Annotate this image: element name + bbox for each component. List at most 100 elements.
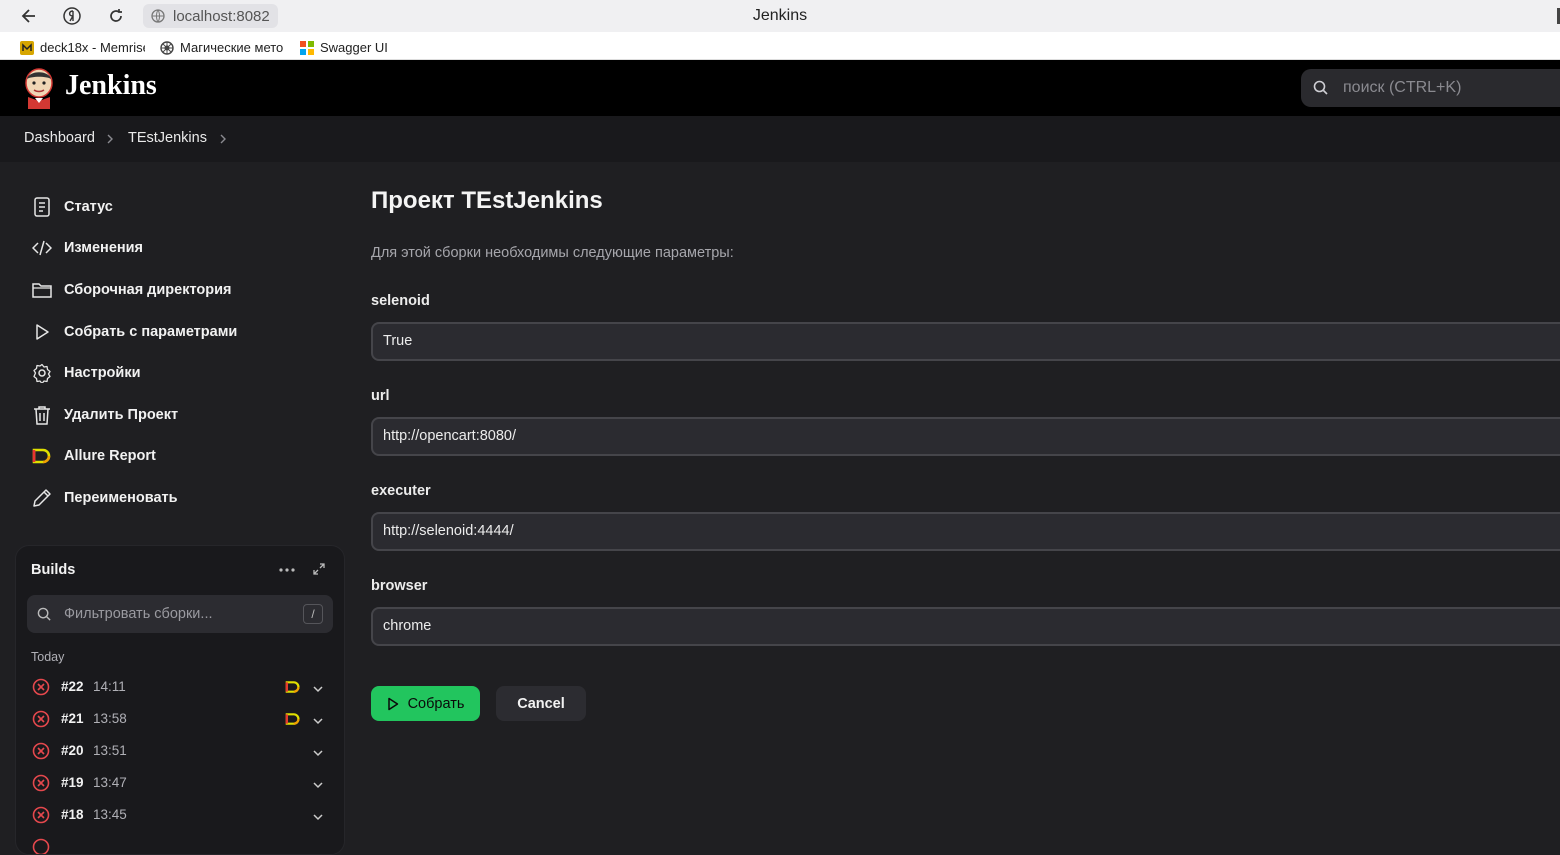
param-value: http://opencart:8080/: [383, 428, 517, 444]
build-number[interactable]: #18: [61, 807, 84, 822]
jenkins-logo[interactable]: [22, 67, 56, 109]
site-info-icon[interactable]: [151, 9, 165, 27]
build-time: 13:45: [93, 807, 127, 822]
sidebar-item-rename[interactable]: Переименовать: [32, 484, 178, 512]
build-row[interactable]: #21 13:58: [31, 708, 331, 730]
build-time: 13:47: [93, 775, 127, 790]
browser-toolbar: localhost:8082 Jenkins: [0, 0, 1560, 32]
chevron-down-icon[interactable]: [312, 809, 324, 827]
sidebar-item-workspace[interactable]: Сборочная директория: [32, 276, 231, 304]
chevron-down-icon[interactable]: [312, 713, 324, 731]
failed-status-icon: [32, 742, 50, 765]
sidebar-item-label: Allure Report: [64, 448, 156, 464]
more-options-icon[interactable]: [278, 562, 296, 580]
builds-filter-input[interactable]: Фильтровать сборки... /: [27, 595, 333, 633]
trash-icon: [32, 405, 52, 425]
swagger-icon: [300, 40, 314, 55]
play-icon: [32, 322, 52, 342]
bookmark-magic-methods[interactable]: Магические мето: [160, 40, 286, 55]
builds-group-label: Today: [31, 650, 65, 664]
gear-icon: [32, 363, 52, 383]
breadcrumb: Dashboard TEstJenkins: [0, 116, 1560, 162]
bookmark-label: Swagger UI: [320, 40, 388, 55]
sidebar-item-allure-report[interactable]: Allure Report: [32, 442, 156, 470]
build-number[interactable]: #20: [61, 743, 84, 758]
failed-status-icon: [32, 806, 50, 829]
param-label-executer: executer: [371, 483, 431, 499]
filter-placeholder: Фильтровать сборки...: [64, 606, 213, 622]
chevron-right-icon[interactable]: [218, 132, 228, 150]
chevron-right-icon: [105, 132, 115, 150]
search-icon: [37, 607, 52, 627]
expand-icon[interactable]: [312, 562, 326, 581]
gear-wheel-icon: [160, 40, 174, 55]
build-number[interactable]: #22: [61, 679, 84, 694]
memrise-icon: [20, 40, 34, 55]
build-row[interactable]: #18 13:45: [31, 804, 331, 826]
jenkins-header: Jenkins поиск (CTRL+K): [0, 60, 1560, 116]
allure-icon: [32, 446, 52, 466]
search-input[interactable]: поиск (CTRL+K): [1301, 69, 1560, 107]
sidebar-item-changes[interactable]: Изменения: [32, 234, 143, 262]
sidebar-item-label: Удалить Проект: [64, 407, 179, 423]
build-number[interactable]: #21: [61, 711, 84, 726]
build-button-label: Собрать: [407, 695, 465, 712]
page-title: Проект TEstJenkins: [371, 187, 603, 214]
search-placeholder: поиск (CTRL+K): [1343, 79, 1462, 96]
failed-status-icon: [32, 838, 50, 854]
param-input-selenoid[interactable]: True: [371, 322, 1560, 361]
yandex-icon[interactable]: [60, 4, 84, 28]
build-row-partial[interactable]: [31, 836, 331, 854]
back-arrow-icon[interactable]: [17, 4, 41, 28]
failed-status-icon: [32, 710, 50, 733]
build-number[interactable]: #19: [61, 775, 84, 790]
play-icon: [387, 697, 399, 711]
param-input-url[interactable]: http://opencart:8080/: [371, 417, 1560, 456]
build-row[interactable]: #20 13:51: [31, 740, 331, 762]
bookmarks-bar: deck18x - Memrise Магические мето Swagge…: [0, 32, 1560, 60]
param-label-selenoid: selenoid: [371, 293, 430, 309]
build-row[interactable]: #22 14:11: [31, 676, 331, 698]
chevron-down-icon[interactable]: [312, 777, 324, 795]
allure-icon[interactable]: [285, 680, 301, 699]
folder-icon: [32, 280, 52, 300]
jenkins-title[interactable]: Jenkins: [65, 70, 157, 102]
parameters-description: Для этой сборки необходимы следующие пар…: [371, 245, 734, 261]
builds-title: Builds: [31, 562, 76, 578]
bookmark-label: deck18x - Memrise: [40, 40, 145, 55]
param-input-executer[interactable]: http://selenoid:4444/: [371, 512, 1560, 551]
build-time: 14:11: [93, 679, 126, 694]
url-text: localhost:8082: [173, 7, 270, 25]
allure-icon[interactable]: [285, 712, 301, 731]
builds-panel: Builds Фильтровать сборки... / Today #22…: [15, 545, 345, 855]
cancel-button[interactable]: Cancel: [496, 686, 586, 721]
build-row[interactable]: #19 13:47: [31, 772, 331, 794]
sidebar-item-label: Изменения: [64, 240, 144, 256]
param-value: True: [383, 333, 413, 349]
sidebar-item-label: Настройки: [64, 365, 141, 381]
sidebar-item-settings[interactable]: Настройки: [32, 359, 141, 387]
chevron-down-icon[interactable]: [312, 745, 324, 763]
sidebar-item-build-with-params[interactable]: Собрать с параметрами: [32, 318, 237, 346]
bookmark-memrise[interactable]: deck18x - Memrise: [20, 40, 145, 55]
sidebar-item-label: Сборочная директория: [64, 282, 232, 298]
breadcrumb-dashboard[interactable]: Dashboard: [24, 130, 95, 146]
sidebar-item-label: Переименовать: [64, 490, 178, 506]
param-value: chrome: [383, 618, 432, 634]
reload-icon[interactable]: [104, 4, 128, 28]
build-button[interactable]: Собрать: [371, 686, 480, 721]
bookmark-label: Магические мето: [180, 40, 284, 55]
param-input-browser[interactable]: chrome: [371, 607, 1560, 646]
failed-status-icon: [32, 678, 50, 701]
search-icon: [1313, 80, 1329, 101]
param-value: http://selenoid:4444/: [383, 523, 514, 539]
document-icon: [32, 197, 52, 217]
sidebar-item-status[interactable]: Статус: [32, 193, 113, 221]
address-bar[interactable]: localhost:8082: [143, 4, 278, 28]
bookmark-swagger[interactable]: Swagger UI: [300, 40, 388, 55]
sidebar-item-delete-project[interactable]: Удалить Проект: [32, 401, 178, 429]
breadcrumb-project[interactable]: TEstJenkins: [128, 130, 207, 146]
chevron-down-icon[interactable]: [312, 681, 324, 699]
failed-status-icon: [32, 774, 50, 797]
main-area: Статус Изменения Сборочная директория Со…: [0, 162, 1560, 855]
